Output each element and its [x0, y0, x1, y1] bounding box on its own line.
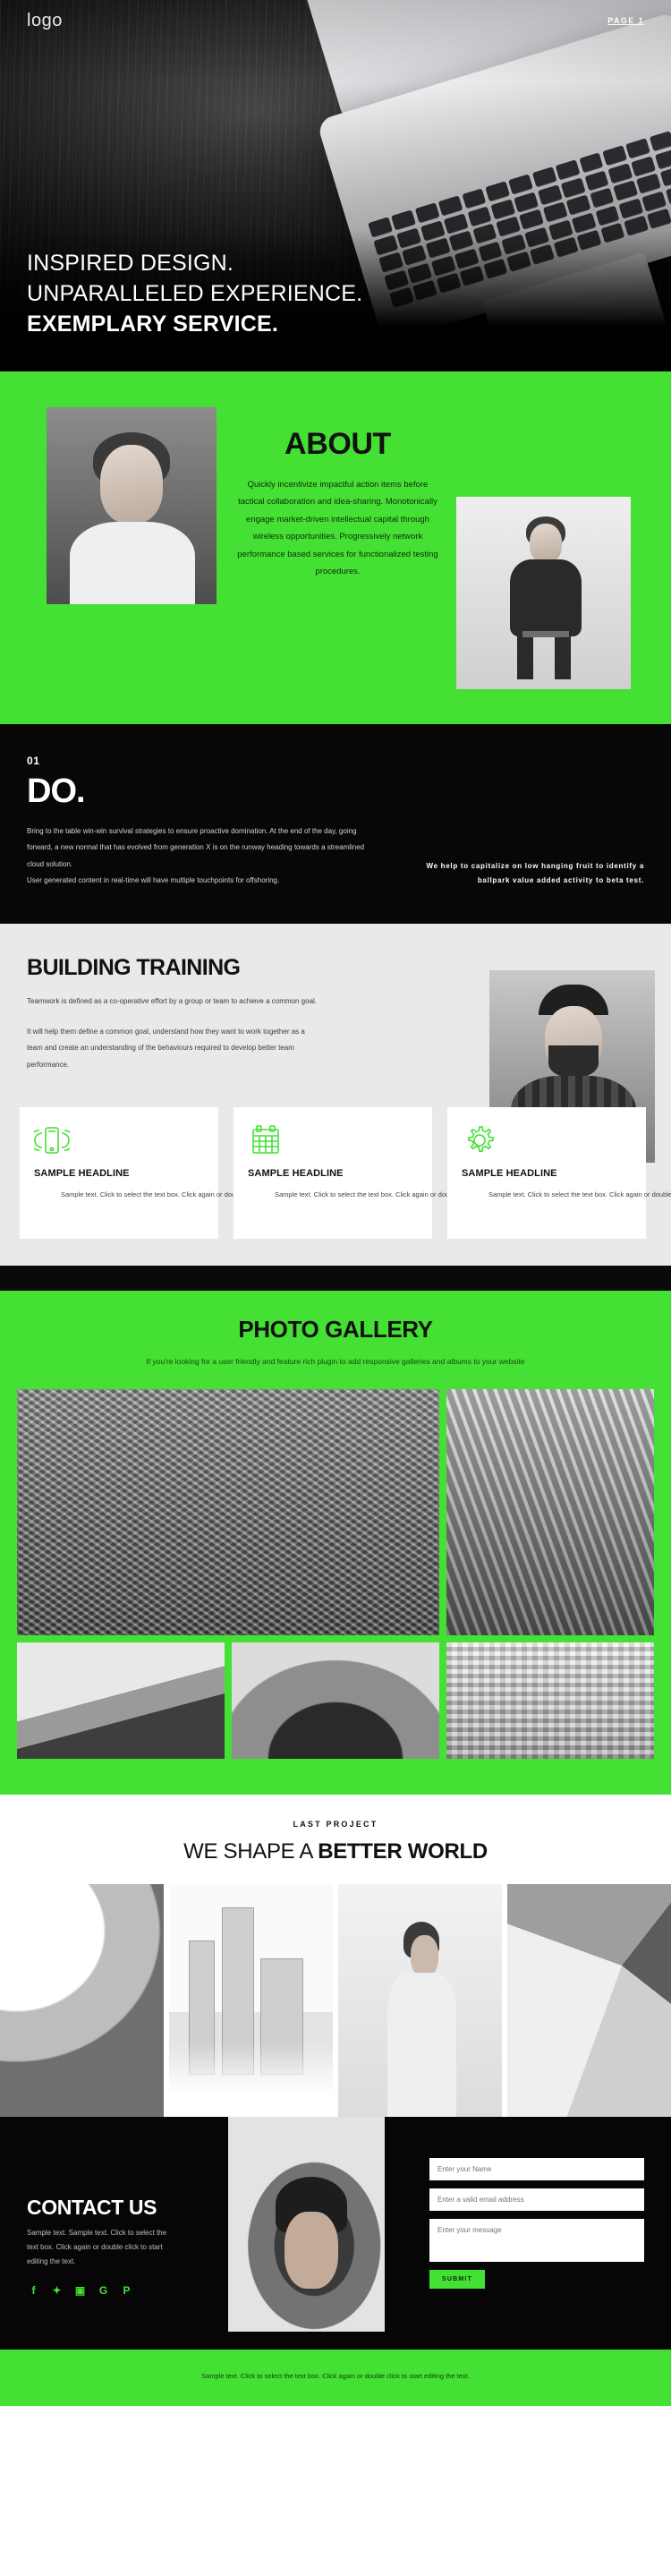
- project-tile-person-looking-up[interactable]: [338, 1884, 502, 2118]
- building-training-section: BUILDING TRAINING Teamwork is defined as…: [0, 923, 671, 1267]
- do-number: 01: [27, 755, 40, 767]
- calendar-icon: [248, 1123, 418, 1157]
- photo-gallery-section: PHOTO GALLERY If you're looking for a us…: [0, 1291, 671, 1796]
- about-portrait-smiling-man: [47, 407, 217, 604]
- last-project-title-light: WE SHAPE A: [183, 1839, 319, 1864]
- do-paragraph-2: User generated content in real-time will…: [27, 876, 280, 885]
- gallery-tile-glass-building[interactable]: [446, 1642, 654, 1760]
- project-tile-foggy-city[interactable]: [169, 1884, 333, 2118]
- contact-portrait-hooded-man: [228, 2117, 385, 2333]
- pinterest-icon[interactable]: P: [120, 2283, 133, 2297]
- social-links: f ✦ ▣ G P: [27, 2283, 133, 2297]
- twitter-icon[interactable]: ✦: [50, 2283, 64, 2297]
- project-tile-concert-hall[interactable]: [0, 1884, 164, 2118]
- feature-card-headline: SAMPLE HEADLINE: [462, 1168, 557, 1180]
- project-tile-spiral-staircase[interactable]: [507, 1884, 671, 2118]
- contact-form[interactable]: SUBMIT: [429, 2158, 644, 2290]
- hero-headline-line-3: EXEMPLARY SERVICE.: [27, 311, 278, 337]
- about-section: ABOUT Quickly incentivize impactful acti…: [0, 371, 671, 724]
- last-project-kicker: LAST PROJECT: [293, 1820, 378, 1830]
- footer-section: Sample text. Click to select the text bo…: [0, 2350, 671, 2407]
- header-nav: logo PAGE 1: [0, 0, 671, 41]
- message-input[interactable]: [429, 2219, 644, 2263]
- gallery-subtitle: If you're looking for a user friendly an…: [146, 1357, 525, 1367]
- facebook-icon[interactable]: f: [27, 2283, 40, 2297]
- feature-card[interactable]: SAMPLE HEADLINE Sample text. Click to se…: [20, 1107, 329, 1240]
- last-project-title-bold: BETTER WORLD: [318, 1839, 488, 1864]
- do-title: DO.: [27, 772, 86, 810]
- about-portrait-seated-man: [456, 497, 631, 689]
- landing-page: logo PAGE 1 INSPIRED DESIGN. UNPARALLELE…: [0, 0, 671, 2407]
- gallery-tile-curved-architecture[interactable]: [232, 1642, 439, 1760]
- feature-card[interactable]: SAMPLE HEADLINE Sample text. Click to se…: [447, 1107, 671, 1240]
- feature-card-headline: SAMPLE HEADLINE: [34, 1168, 130, 1180]
- gallery-grid: [17, 1389, 654, 1760]
- gear-icon: [462, 1123, 632, 1157]
- about-text-block: ABOUT Quickly incentivize impactful acti…: [237, 427, 438, 581]
- name-input[interactable]: [429, 2158, 644, 2181]
- feature-card[interactable]: SAMPLE HEADLINE Sample text. Click to se…: [234, 1107, 543, 1240]
- about-title: ABOUT: [285, 427, 391, 461]
- building-training-paragraph-2: It will help them define a common goal, …: [27, 1027, 305, 1069]
- google-plus-icon[interactable]: G: [97, 2283, 110, 2297]
- building-training-paragraph-1: Teamwork is defined as a co-operative ef…: [27, 996, 318, 1005]
- hero-headline-block: INSPIRED DESIGN. UNPARALLELED EXPERIENCE…: [27, 248, 362, 339]
- hero-section: logo PAGE 1 INSPIRED DESIGN. UNPARALLELE…: [0, 0, 671, 371]
- nav-link-page-1[interactable]: PAGE 1: [607, 16, 644, 25]
- gallery-title: PHOTO GALLERY: [238, 1316, 433, 1343]
- instagram-icon[interactable]: ▣: [73, 2283, 87, 2297]
- gallery-tile-driftwood-sculpture[interactable]: [446, 1389, 654, 1636]
- hero-headline-line-1: INSPIRED DESIGN.: [27, 251, 234, 276]
- about-body: Quickly incentivize impactful action ite…: [237, 480, 438, 577]
- contact-title: CONTACT US: [27, 2196, 157, 2220]
- do-section: 01 DO. Bring to the table win-win surviv…: [0, 724, 671, 924]
- mobile-signal-icon: [29, 1123, 204, 1157]
- contact-text: Sample text. Sample text. Click to selec…: [27, 2229, 167, 2266]
- feature-cards: SAMPLE HEADLINE Sample text. Click to se…: [0, 1088, 671, 1240]
- email-input[interactable]: [429, 2188, 644, 2212]
- building-training-spacer: [0, 1239, 671, 1267]
- do-side-note: We help to capitalize on low hanging fru…: [426, 862, 644, 884]
- contact-section: CONTACT US Sample text. Sample text. Cli…: [0, 2117, 671, 2350]
- gallery-tile-mountain[interactable]: [17, 1642, 225, 1760]
- site-logo[interactable]: logo: [27, 11, 63, 31]
- last-project-section: LAST PROJECT WE SHAPE A BETTER WORLD: [0, 1795, 671, 1885]
- feature-card-text: Sample text. Click to select the text bo…: [488, 1190, 671, 1199]
- last-project-grid: [0, 1884, 671, 2118]
- submit-button[interactable]: SUBMIT: [429, 2270, 486, 2290]
- gallery-tile-eiffel-tower[interactable]: [17, 1389, 439, 1636]
- feature-card-headline: SAMPLE HEADLINE: [248, 1168, 344, 1180]
- do-paragraph-1: Bring to the table win-win survival stra…: [27, 827, 365, 868]
- hero-headline-line-2: UNPARALLELED EXPERIENCE.: [27, 281, 363, 306]
- section-divider-strip: [0, 1266, 671, 1292]
- footer-text: Sample text. Click to select the text bo…: [201, 2372, 470, 2381]
